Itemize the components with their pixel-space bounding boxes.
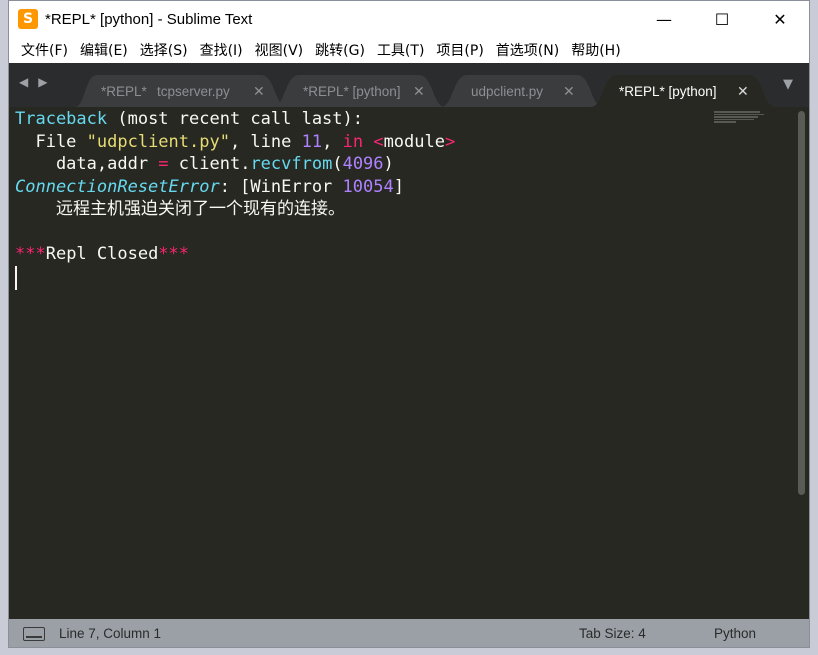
tab-repl-python-active[interactable]: *REPL* [python] ✕	[591, 75, 775, 107]
minimap-line	[714, 121, 736, 123]
code-token: ***	[15, 244, 46, 264]
tab-prev-icon[interactable]: ◀	[19, 75, 28, 89]
code-token: )	[383, 154, 394, 174]
code-token: "udpclient.py"	[86, 131, 230, 152]
tab-bar: ◀ ▶ *REPL* tcpserver.py ✕ *REPL* [python…	[9, 63, 809, 107]
vertical-scrollbar[interactable]	[798, 111, 805, 495]
tab-udpclient[interactable]: udpclient.py ✕	[441, 75, 603, 107]
code-token: <	[373, 131, 384, 152]
minimap-line	[714, 116, 758, 118]
menu-project[interactable]: 项目(P)	[430, 40, 489, 60]
code-token: 11	[301, 131, 323, 152]
menu-tools[interactable]: 工具(T)	[371, 40, 430, 60]
code-line[interactable]	[15, 221, 455, 244]
tab-tcpserver[interactable]: tcpserver.py ✕	[127, 75, 287, 107]
tab-navigation: ◀ ▶	[19, 75, 47, 89]
code-token: (	[332, 154, 343, 174]
panel-toggle-icon[interactable]	[23, 627, 45, 641]
window-title: *REPL* [python] - Sublime Text	[45, 10, 253, 28]
code-token: ,	[322, 131, 343, 152]
minimap-line	[714, 111, 760, 113]
code-line[interactable]: File "udpclient.py", line 11, in <module…	[15, 131, 455, 154]
code-token: >	[444, 131, 456, 152]
menu-preferences[interactable]: 首选项(N)	[490, 40, 565, 60]
minimap-line	[714, 113, 764, 115]
menu-help[interactable]: 帮助(H)	[565, 40, 626, 60]
syntax-selector[interactable]: Python	[714, 626, 756, 641]
code-token: ***	[158, 244, 190, 264]
menu-edit[interactable]: 编辑(E)	[74, 40, 134, 60]
menu-selection[interactable]: 选择(S)	[134, 40, 194, 60]
cursor-position[interactable]: Line 7, Column 1	[59, 626, 161, 641]
menu-file[interactable]: 文件(F)	[15, 40, 74, 60]
code-token: 10054	[342, 176, 394, 197]
code-line[interactable]: ***Repl Closed***	[15, 243, 455, 266]
code-line[interactable]: 远程主机强迫关闭了一个现有的连接。	[15, 198, 455, 221]
minimap-line	[714, 118, 754, 120]
sublime-window: S *REPL* [python] - Sublime Text — ☐ ✕ 文…	[8, 0, 810, 648]
minimap[interactable]	[714, 111, 766, 127]
tab-label: *REPL* [python]	[619, 83, 717, 99]
text-cursor	[15, 265, 17, 290]
menu-bar: 文件(F) 编辑(E) 选择(S) 查找(I) 视图(V) 跳转(G) 工具(T…	[9, 37, 809, 63]
code-token: in	[342, 131, 364, 152]
code-area[interactable]: Traceback (most recent call last): File …	[15, 108, 455, 290]
code-token: Traceback	[15, 109, 108, 129]
code-line[interactable]: Traceback (most recent call last):	[15, 108, 455, 131]
code-editor[interactable]: Traceback (most recent call last): File …	[9, 107, 809, 619]
code-token: : [WinError	[219, 176, 343, 197]
tab-label: tcpserver.py	[157, 83, 230, 99]
maximize-button[interactable]: ☐	[693, 1, 751, 37]
code-line[interactable]	[15, 265, 455, 290]
tab-size[interactable]: Tab Size: 4	[579, 626, 646, 641]
code-token: 远程主机强迫关闭了一个现有的连接。	[15, 199, 345, 219]
code-token: client.	[168, 154, 251, 174]
code-line[interactable]: ConnectionResetError: [WinError 10054]	[15, 176, 455, 199]
minimize-button[interactable]: —	[635, 1, 693, 37]
tab-label: udpclient.py	[471, 83, 544, 99]
code-token: recvfrom	[250, 154, 333, 174]
menu-goto[interactable]: 跳转(G)	[309, 40, 371, 60]
code-token: module	[383, 131, 445, 152]
tab-label: *REPL* [python]	[303, 83, 401, 99]
code-token: File	[15, 131, 87, 152]
code-token: , line	[229, 131, 302, 152]
code-token: ]	[393, 176, 404, 197]
tab-close-icon[interactable]: ✕	[253, 83, 265, 100]
tab-close-icon[interactable]: ✕	[737, 83, 749, 100]
menu-view[interactable]: 视图(V)	[249, 40, 310, 60]
tab-repl-python-2[interactable]: *REPL* [python] ✕	[273, 75, 445, 107]
code-token: =	[158, 154, 169, 174]
close-window-button[interactable]: ✕	[751, 1, 809, 37]
code-token: ConnectionResetError	[15, 176, 220, 197]
window-controls: — ☐ ✕	[635, 1, 809, 37]
sublime-app-icon: S	[18, 9, 38, 29]
code-token: Repl Closed	[45, 244, 159, 264]
code-token: (most recent call last):	[107, 109, 363, 129]
status-bar: Line 7, Column 1 Tab Size: 4 Python	[9, 619, 809, 647]
title-bar[interactable]: S *REPL* [python] - Sublime Text — ☐ ✕	[9, 1, 809, 37]
code-token: data,addr	[15, 154, 159, 174]
tab-close-icon[interactable]: ✕	[563, 83, 575, 100]
tab-label: *REPL*	[101, 83, 147, 99]
tab-next-icon[interactable]: ▶	[38, 75, 47, 89]
tab-close-icon[interactable]: ✕	[413, 83, 425, 100]
code-line[interactable]: data,addr = client.recvfrom(4096)	[15, 153, 455, 176]
menu-find[interactable]: 查找(I)	[194, 40, 249, 60]
tab-list-dropdown-icon[interactable]: ▼	[783, 77, 793, 92]
code-token: 4096	[342, 154, 384, 174]
